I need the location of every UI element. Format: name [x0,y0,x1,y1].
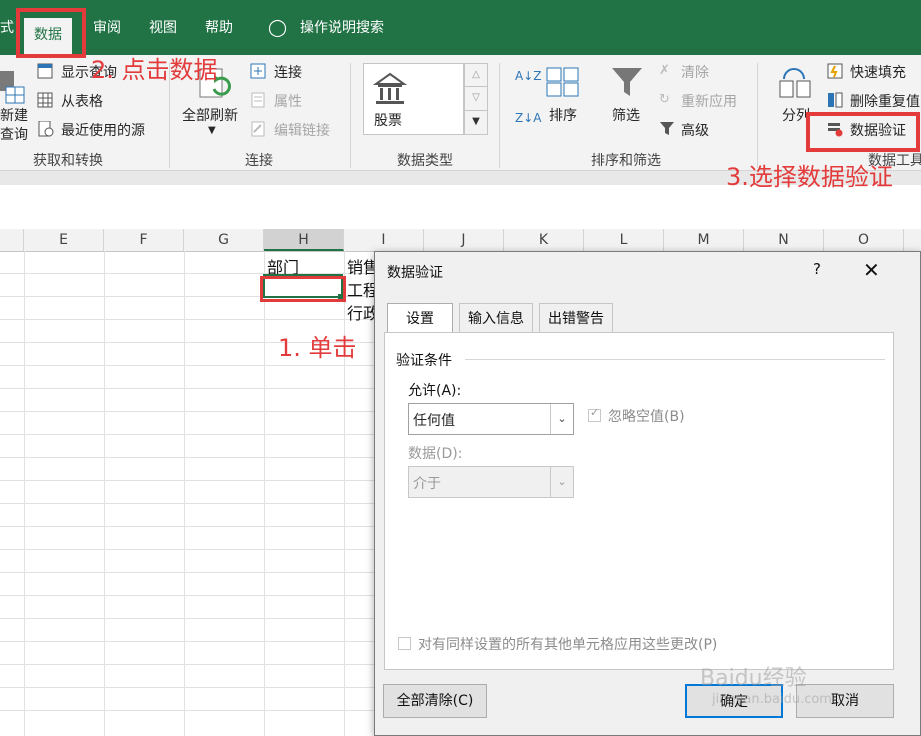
reapply-icon: ↻ [659,92,670,107]
from-table-button[interactable]: 从表格 [61,91,103,111]
sort-ascending-icon[interactable]: A↓Z [515,69,541,83]
column-header[interactable]: O [824,229,904,251]
advanced-filter-icon [659,121,675,137]
column-header[interactable]: E [24,229,104,251]
edit-links-button[interactable]: 编辑链接 [274,120,330,140]
chevron-down-icon[interactable]: ⌄ [550,467,573,497]
group-label-data-types: 数据类型 [397,153,453,169]
ribbon-separator [757,63,758,168]
divider [465,359,885,360]
table-icon [37,92,53,108]
column-header[interactable]: M [664,229,744,251]
column-header-selected[interactable]: H [264,229,344,251]
allow-label: 允许(A): [408,383,462,399]
column-header[interactable]: G [184,229,264,251]
reapply-button[interactable]: 重新应用 [681,91,737,111]
annotation-box-data-tab [16,8,86,58]
settings-panel: 验证条件 允许(A): 任何值 ⌄ ✓ 忽略空值(B) 数据(D): 介于 ⌄ … [384,332,894,670]
menu-formulas[interactable]: 式 [0,14,14,42]
annotation-box-data-validation [806,112,920,152]
flash-fill-button[interactable]: 快速填充 [850,62,906,82]
chevron-down-icon[interactable]: ⌄ [550,404,573,434]
apply-all-checkbox[interactable] [398,637,411,650]
remove-duplicates-icon [827,92,843,108]
chevron-down-icon[interactable]: ▽ [464,87,488,111]
chevron-up-icon[interactable]: △ [464,63,488,87]
edit-links-icon [250,121,266,137]
data-select-value: 介于 [413,476,441,492]
column-header[interactable]: J [424,229,504,251]
group-label-sort-filter: 排序和筛选 [591,153,661,169]
data-label: 数据(D): [408,446,463,462]
apply-all-label: 对有同样设置的所有其他单元格应用这些更改(P) [418,637,718,653]
bank-icon [372,72,408,104]
ignore-blank-checkbox[interactable]: ✓ [588,406,601,422]
column-header[interactable]: K [504,229,584,251]
column-header[interactable]: L [584,229,664,251]
tab-settings[interactable]: 设置 [387,303,453,333]
ribbon-separator [499,63,500,168]
clear-all-button[interactable]: 全部清除(C) [383,684,487,718]
annotation-step-1: 1. 单击 [278,334,357,362]
flash-fill-icon [827,63,843,79]
tab-input-message[interactable]: 输入信息 [459,303,533,333]
connections-button[interactable]: 连接 [274,62,302,82]
sort-button[interactable]: 排序 [549,105,577,125]
column-headers: E F G H I J K L M N O [0,229,921,252]
gallery-scroll: △ ▽ ▼ [464,63,488,135]
check-icon: ✓ [590,406,600,419]
menu-review[interactable]: 审阅 [93,14,121,42]
annotation-box-cell [260,276,346,302]
properties-button[interactable]: 属性 [274,91,302,111]
recent-sources-icon [38,120,54,137]
new-query-label[interactable]: 新建 [0,105,28,125]
watermark-url: jingyan.baidu.com [712,692,832,707]
help-button[interactable]: ? [813,260,821,278]
sort-descending-icon[interactable]: Z↓A [515,111,541,125]
data-validation-dialog: 数据验证 ? ✕ 设置 输入信息 出错警告 验证条件 允许(A): 任何值 ⌄ … [374,251,921,736]
text-to-columns-icon [778,65,814,99]
chevron-down-icon[interactable]: ▼ [208,125,216,136]
annotation-step-3: 3.选择数据验证 [726,163,893,191]
menu-view[interactable]: 视图 [149,14,177,42]
stocks-label: 股票 [374,113,402,129]
remove-duplicates-button[interactable]: 删除重复值 [850,91,920,111]
tab-error-alert[interactable]: 出错警告 [539,303,613,333]
dialog-title: 数据验证 [387,265,443,281]
column-header[interactable]: F [104,229,184,251]
filter-button[interactable]: 筛选 [612,105,640,125]
data-select[interactable]: 介于 ⌄ [408,466,574,498]
stocks-gallery-item[interactable]: 股票 [363,63,464,135]
lightbulb-icon: ◯ [268,18,288,38]
menu-bar: 式 数据 审阅 视图 帮助 ◯ 操作说明搜索 [0,0,921,55]
clear-filter-icon: ✗ [659,63,670,78]
recent-sources-button[interactable]: 最近使用的源 [61,120,145,140]
properties-icon [250,92,266,108]
allow-select[interactable]: 任何值 ⌄ [408,403,574,435]
show-queries-icon [37,63,53,79]
menu-help[interactable]: 帮助 [205,14,233,42]
ignore-blank-label: 忽略空值(B) [608,409,685,425]
sort-icon [546,67,580,97]
watermark-logo: Baidu经验 [700,666,807,691]
annotation-step-2: 2. 点击数据 [91,56,218,84]
column-header[interactable]: I [344,229,424,251]
close-icon[interactable]: ✕ [863,258,880,282]
connections-icon [250,63,266,79]
column-header[interactable]: N [744,229,824,251]
group-label-connections: 连接 [245,153,273,169]
gallery-more-icon[interactable]: ▼ [464,111,488,135]
filter-icon [610,65,644,99]
ribbon-separator [350,63,351,168]
allow-select-value: 任何值 [413,413,455,429]
group-label-get-transform: 获取和转换 [33,153,103,169]
tell-me-search[interactable]: 操作说明搜索 [300,14,384,42]
refresh-all-button[interactable]: 全部刷新 [182,105,238,125]
new-query-icon [0,67,26,107]
clear-button[interactable]: 清除 [681,62,709,82]
column-header-blank[interactable] [0,229,24,251]
criteria-heading: 验证条件 [396,353,452,369]
advanced-button[interactable]: 高级 [681,120,709,140]
new-query-label-2[interactable]: 查询 [0,124,28,144]
